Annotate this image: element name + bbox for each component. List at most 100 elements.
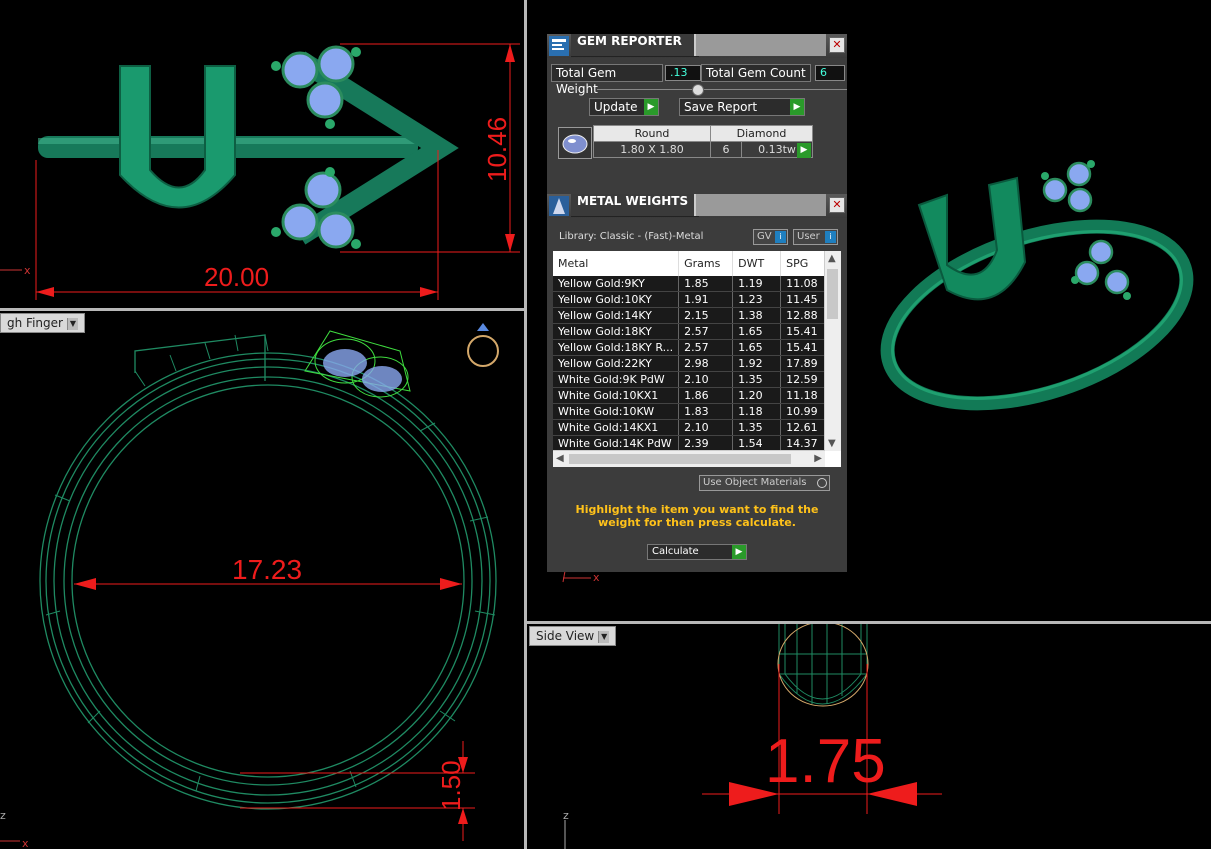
save-report-button[interactable]: Save Report ▶ [679, 98, 805, 116]
table-row[interactable]: White Gold:9K PdW 2.10 1.35 12.59 [553, 371, 825, 388]
metal-name-cell: White Gold:10KX1 [553, 387, 680, 404]
vertical-scrollbar[interactable]: ▲ ▼ [824, 251, 841, 451]
dwt-cell: 1.23 [732, 291, 782, 308]
axis-x-label: x [24, 264, 31, 277]
play-icon: ▶ [790, 99, 804, 115]
gem-table: Round Diamond 1.80 X 1.80 6 0.13tw [593, 125, 813, 158]
dwt-cell: 1.35 [732, 419, 782, 436]
dwt-cell: 1.35 [732, 371, 782, 388]
calculate-button[interactable]: Calculate ▶ [647, 544, 747, 560]
gem-material-header: Diamond [710, 125, 813, 142]
ring-preview-icon [467, 323, 499, 367]
calculate-button-label: Calculate [652, 546, 699, 557]
total-gem-count-label: Total Gem Count [701, 64, 811, 82]
close-icon[interactable]: ✕ [829, 37, 845, 53]
width-dimension-label: 20.00 [204, 262, 269, 292]
splitter-handle[interactable] [692, 84, 704, 96]
scroll-thumb-horizontal[interactable] [569, 454, 791, 464]
grams-cell: 1.85 [678, 276, 734, 292]
grams-cell: 2.57 [678, 339, 734, 356]
table-row[interactable]: Yellow Gold:14KY 2.15 1.38 12.88 [553, 307, 825, 324]
height-dimension-label: 10.46 [482, 117, 512, 182]
grams-cell: 2.57 [678, 323, 734, 340]
panel-splitter[interactable] [597, 89, 847, 90]
round-diamond-icon [562, 134, 588, 154]
scroll-thumb[interactable] [827, 269, 838, 319]
update-button-label: Update [594, 100, 638, 114]
titlebar-drag-area[interactable] [694, 194, 826, 216]
user-toggle[interactable]: User i [793, 229, 838, 245]
gem-size-cell: 1.80 X 1.80 [593, 141, 711, 158]
gem-metal-panel: GEM REPORTER ✕ Total Gem Weight .13 Tota… [547, 34, 847, 572]
ring-top-wireframe: 17.23 1.50 x z [0, 323, 499, 849]
hint-text: Highlight the item you want to find the … [575, 503, 819, 529]
total-gem-count-value[interactable]: 6 [815, 65, 845, 81]
play-icon: ▶ [732, 545, 746, 559]
scroll-right-icon[interactable]: ▶ [814, 453, 822, 464]
metal-table-wrapper[interactable]: Metal Grams DWT SPG Yellow Gold:9KY 1.85 1… [553, 251, 841, 467]
viewport-side[interactable]: Side View ▼ 1.75 z [527, 624, 1211, 849]
scroll-down-icon[interactable]: ▼ [828, 438, 836, 449]
table-row[interactable]: White Gold:14KX1 2.10 1.35 12.61 [553, 419, 825, 436]
use-object-materials-toggle[interactable]: Use Object Materials [699, 475, 830, 491]
dwt-cell: 1.19 [732, 276, 782, 292]
metal-name-cell: White Gold:9K PdW [553, 371, 680, 388]
grams-cell: 1.86 [678, 387, 734, 404]
gem-row-go-button[interactable]: ▶ [797, 143, 811, 158]
info-icon: i [775, 231, 786, 243]
viewport-top-left[interactable]: 20.00 10.46 x [0, 0, 524, 308]
horizontal-scrollbar[interactable]: ◀ ▶ [553, 450, 825, 467]
axis-x-label-bottom: x [22, 837, 29, 849]
column-header-dwt[interactable]: DWT [732, 251, 782, 276]
column-header-grams[interactable]: Grams [678, 251, 734, 276]
metal-name-cell: Yellow Gold:10KY [553, 291, 680, 308]
update-button[interactable]: Update ▶ [589, 98, 659, 116]
spg-cell: 11.18 [780, 387, 825, 404]
metal-name-cell: Yellow Gold:18KY R... [553, 339, 680, 356]
gem-reporter-icon [549, 36, 569, 56]
diameter-dimension-label: 17.23 [232, 554, 302, 585]
table-row[interactable]: Yellow Gold:9KY 1.85 1.19 11.08 [553, 276, 825, 292]
gem-shape-header: Round [593, 125, 711, 142]
column-header-metal[interactable]: Metal [553, 251, 680, 276]
dwt-cell: 1.38 [732, 307, 782, 324]
radio-circle-icon [817, 478, 827, 488]
table-row[interactable]: Yellow Gold:22KY 2.98 1.92 17.89 [553, 355, 825, 372]
metal-weights-titlebar[interactable]: METAL WEIGHTS ✕ [547, 194, 847, 218]
table-row[interactable]: Yellow Gold:18KY 2.57 1.65 15.41 [553, 323, 825, 340]
side-width-dimension-label: 1.75 [765, 727, 886, 796]
gem-thumbnail[interactable] [558, 127, 592, 159]
spg-cell: 12.59 [780, 371, 825, 388]
use-object-materials-label: Use Object Materials [703, 477, 807, 488]
spg-cell: 12.88 [780, 307, 825, 324]
close-icon[interactable]: ✕ [829, 197, 845, 213]
axis-z-label-left: z [0, 809, 6, 822]
spg-cell: 11.08 [780, 276, 825, 292]
grams-cell: 1.83 [678, 403, 734, 420]
thickness-dimension-label: 1.50 [436, 760, 466, 811]
gem-reporter-titlebar[interactable]: GEM REPORTER ✕ [547, 34, 847, 58]
grams-cell: 2.10 [678, 419, 734, 436]
gv-toggle[interactable]: GV i [753, 229, 788, 245]
titlebar-drag-area[interactable] [694, 34, 826, 56]
metal-name-cell: White Gold:14KX1 [553, 419, 680, 436]
grams-cell: 2.15 [678, 307, 734, 324]
metal-weights-table: Metal Grams DWT SPG Yellow Gold:9KY 1.85 1… [553, 251, 825, 452]
table-row[interactable]: Yellow Gold:10KY 1.91 1.23 11.45 [553, 291, 825, 308]
spg-cell: 12.61 [780, 419, 825, 436]
table-row[interactable]: White Gold:10KX1 1.86 1.20 11.18 [553, 387, 825, 404]
gv-label: GV [757, 231, 772, 242]
scroll-up-icon[interactable]: ▲ [828, 253, 836, 264]
column-header-spg[interactable]: SPG [780, 251, 825, 276]
total-gem-weight-value[interactable]: .13 [665, 65, 701, 81]
table-row[interactable]: White Gold:10KW 1.83 1.18 10.99 [553, 403, 825, 420]
viewport-bottom-left[interactable]: gh Finger ▼ 17.23 1.50 x z [0, 311, 524, 849]
table-row[interactable]: Yellow Gold:18KY R... 2.57 1.65 15.41 [553, 339, 825, 356]
dwt-cell: 1.92 [732, 355, 782, 372]
metal-weights-icon [549, 196, 569, 216]
scroll-left-icon[interactable]: ◀ [556, 453, 564, 464]
axis-x-label-perspective: x [593, 571, 600, 584]
table-row[interactable]: 1.80 X 1.80 6 0.13tw [593, 141, 813, 158]
metal-name-cell: Yellow Gold:22KY [553, 355, 680, 372]
axis-z-label: z [563, 809, 569, 822]
